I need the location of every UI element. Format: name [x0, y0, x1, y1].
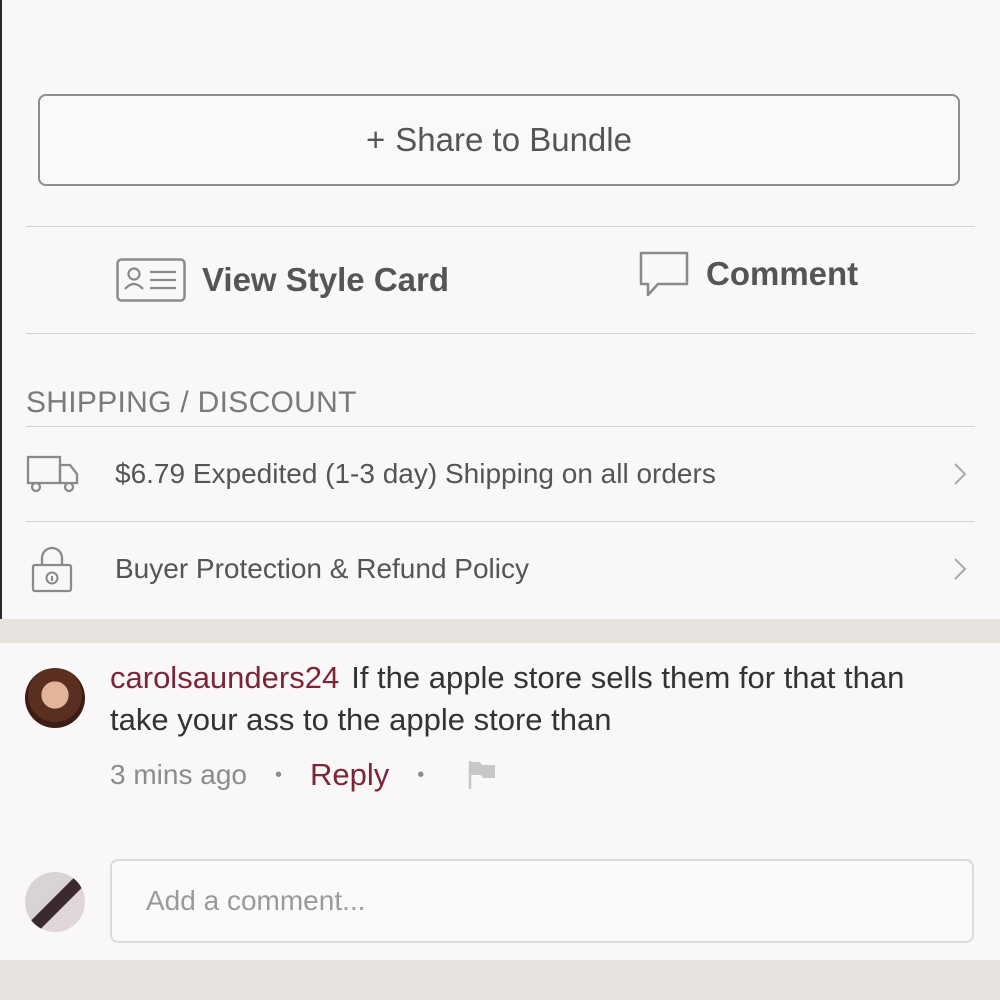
current-user-avatar — [25, 872, 85, 932]
shipping-row[interactable]: $6.79 Expedited (1-3 day) Shipping on al… — [26, 427, 975, 521]
reply-button[interactable]: Reply — [310, 757, 389, 793]
comment-body: carolsaunders24 If the apple store sells … — [110, 657, 970, 741]
flag-icon[interactable] — [466, 759, 498, 791]
section-title: SHIPPING / DISCOUNT — [26, 386, 357, 419]
divider — [26, 333, 975, 334]
comment-username[interactable]: carolsaunders24 — [110, 660, 339, 695]
lock-icon — [31, 546, 73, 593]
view-style-card-label: View Style Card — [202, 260, 450, 298]
buyer-protection-row[interactable]: Buyer Protection & Refund Policy — [26, 522, 975, 616]
avatar[interactable] — [25, 668, 85, 728]
comment-label: Comment — [706, 254, 859, 292]
left-edge — [0, 0, 2, 620]
separator-dot: • — [274, 763, 282, 786]
action-row: View Style Card Comment — [26, 227, 975, 332]
view-style-card-button[interactable]: View Style Card — [116, 227, 449, 332]
comment-time: 3 mins ago — [110, 759, 247, 790]
comment-meta: 3 mins ago • Reply • — [110, 755, 498, 795]
separator-dot: • — [417, 763, 425, 786]
truck-icon — [26, 455, 79, 493]
comment-button[interactable]: Comment — [638, 221, 858, 326]
id-card-icon — [116, 257, 186, 302]
comments-section: carolsaunders24 If the apple store sells … — [0, 643, 1000, 960]
bottom-band — [0, 960, 1000, 1000]
plus-icon: + — [366, 121, 386, 158]
add-comment-input[interactable] — [110, 859, 974, 943]
chevron-right-icon — [954, 463, 967, 485]
chevron-right-icon — [954, 558, 967, 580]
buyer-protection-label: Buyer Protection & Refund Policy — [115, 553, 529, 584]
shipping-label: $6.79 Expedited (1-3 day) Shipping on al… — [115, 458, 716, 489]
share-to-bundle-label: Share to Bundle — [395, 121, 632, 158]
section-separator — [0, 619, 1000, 643]
speech-bubble-icon — [639, 251, 689, 296]
share-to-bundle-button[interactable]: + Share to Bundle — [38, 94, 960, 186]
